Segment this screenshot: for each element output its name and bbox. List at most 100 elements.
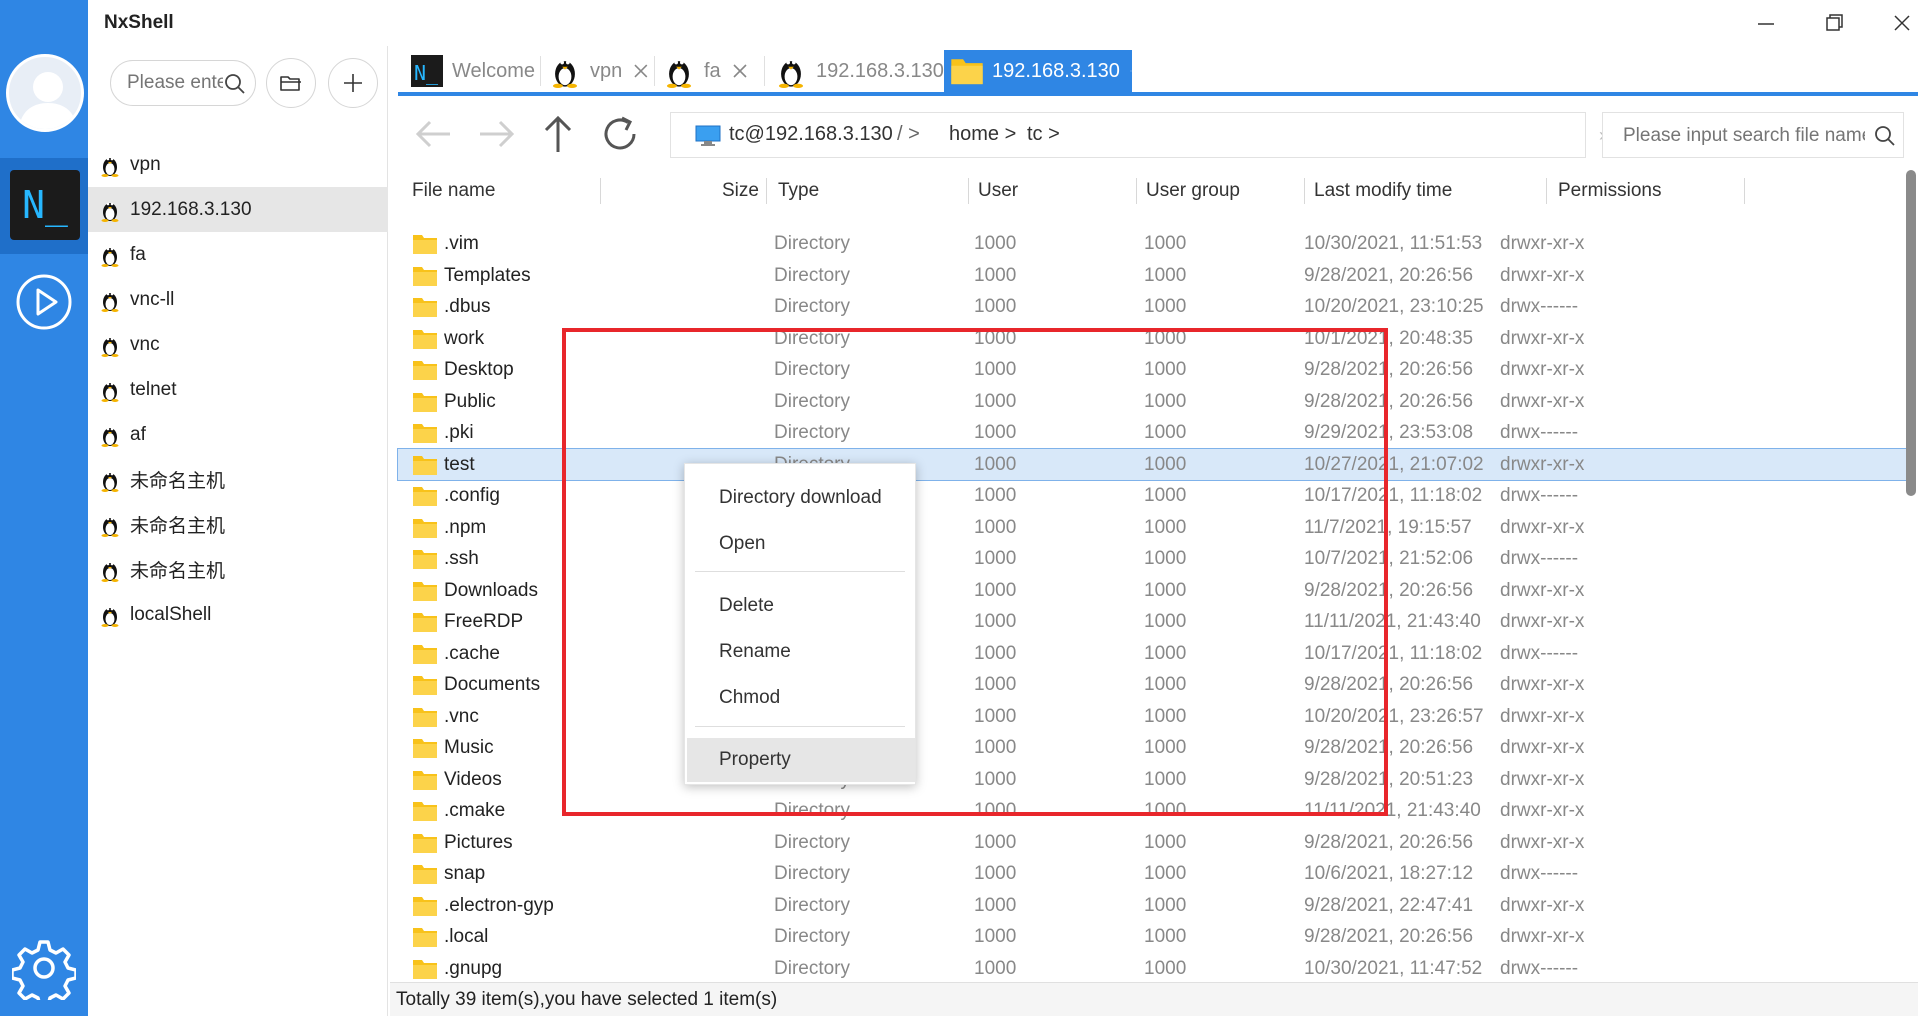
table-row[interactable]: .pki Directory 1000 1000 9/29/2021, 23:53:08… (398, 417, 1908, 449)
cell-user: 1000 (974, 327, 1017, 349)
session-item[interactable]: vnc-ll (88, 277, 388, 322)
table-row[interactable]: .configDirectory1000100010/17/2021, 11:1… (398, 480, 1908, 512)
table-row[interactable]: Desktop Directory 1000 1000 9/28/2021, 20:26… (398, 354, 1908, 386)
table-row[interactable]: VideosDirectory100010009/28/2021, 20:51:… (398, 764, 1908, 796)
column-divider[interactable] (1744, 178, 1745, 204)
plus-icon (344, 74, 362, 92)
table-row[interactable]: Templates Directory 1000 1000 9/28/2021, 20:… (398, 260, 1908, 292)
play-icon[interactable] (12, 270, 76, 334)
cell-perms: drwxr-xr-x (1500, 516, 1585, 538)
table-row[interactable]: .npmDirectory1000100011/7/2021, 19:15:57… (398, 512, 1908, 544)
file-search-input[interactable] (1621, 123, 1867, 149)
back-arrow-icon[interactable] (410, 110, 458, 158)
session-item[interactable]: 未命名主机 (88, 502, 388, 547)
close-tab-icon[interactable] (1130, 62, 1132, 80)
session-search-input[interactable] (125, 71, 225, 95)
session-item[interactable]: telnet (88, 367, 388, 412)
maximize-icon[interactable] (1814, 8, 1854, 38)
table-row[interactable]: .cmake Directory 1000 1000 11/11/2021, 21:43… (398, 795, 1908, 827)
menu-open[interactable]: Open (687, 522, 915, 566)
gear-icon[interactable] (12, 936, 76, 1000)
search-icon[interactable] (223, 72, 247, 96)
session-item[interactable]: 未命名主机 (88, 457, 388, 502)
table-row[interactable]: Pictures Directory 1000 1000 9/28/2021, 20:2… (398, 827, 1908, 859)
table-row[interactable]: .gnupg Directory 1000 1000 10/30/2021, 11:47… (398, 953, 1908, 985)
table-row[interactable]: snap Directory 1000 1000 10/6/2021, 18:27:12… (398, 858, 1908, 890)
table-row[interactable]: .vncDirectory1000100010/20/2021, 23:26:5… (398, 701, 1908, 733)
table-row[interactable]: DownloadsDirectory100010009/28/2021, 20:… (398, 575, 1908, 607)
col-user-group[interactable]: User group (1146, 180, 1240, 202)
folder-icon (413, 865, 437, 884)
col-user[interactable]: User (978, 180, 1018, 202)
menu-directory-download[interactable]: Directory download (687, 476, 915, 520)
table-row[interactable]: .sshDirectory1000100010/7/2021, 21:52:06… (398, 543, 1908, 575)
breadcrumb-tc[interactable]: tc > (1027, 123, 1060, 146)
breadcrumb-host[interactable]: tc@192.168.3.130 (729, 123, 893, 146)
session-item[interactable]: af (88, 412, 388, 457)
col-type[interactable]: Type (778, 180, 819, 202)
table-row[interactable]: .electron-gyp Directory 1000 1000 9/28/2021,… (398, 890, 1908, 922)
tab[interactable]: 192.168.3.130 (944, 50, 1132, 92)
forward-arrow-icon[interactable] (472, 110, 520, 158)
vertical-scrollbar[interactable] (1906, 170, 1916, 496)
user-avatar[interactable] (6, 54, 84, 132)
breadcrumb-home[interactable]: home > (949, 123, 1016, 146)
session-item[interactable]: fa (88, 232, 388, 277)
column-divider[interactable] (600, 178, 601, 204)
column-divider[interactable] (1136, 178, 1137, 204)
menu-delete[interactable]: Delete (687, 584, 915, 628)
close-tab-icon[interactable] (731, 62, 749, 80)
table-row[interactable]: .local Directory 1000 1000 9/28/2021, 20:26:… (398, 921, 1908, 953)
session-label: 未命名主机 (130, 561, 226, 582)
close-tab-icon[interactable] (632, 62, 650, 80)
session-search-box[interactable] (110, 60, 256, 106)
column-divider[interactable] (1304, 178, 1305, 204)
cell-name: .vnc (444, 705, 479, 727)
cell-user: 1000 (974, 800, 1017, 821)
table-row[interactable]: FreeRDPDirectory1000100011/11/2021, 21:4… (398, 606, 1908, 638)
refresh-icon[interactable] (596, 110, 644, 158)
cell-user: 1000 (974, 642, 1017, 664)
menu-rename[interactable]: Rename (687, 630, 915, 674)
close-window-icon[interactable] (1882, 8, 1918, 38)
path-breadcrumb[interactable]: tc@192.168.3.130 / > home > tc > › (670, 112, 1605, 158)
column-divider[interactable] (1546, 178, 1547, 204)
tab[interactable]: fa (656, 50, 760, 92)
add-session-button[interactable] (328, 58, 378, 108)
table-row[interactable]: work Directory 1000 1000 10/1/2021, 20:48:35… (398, 323, 1908, 355)
session-item[interactable]: vnc (88, 322, 388, 367)
cell-user: 1000 (974, 359, 1017, 380)
column-divider[interactable] (766, 178, 767, 204)
open-folder-button[interactable] (266, 58, 316, 108)
table-row[interactable]: Public Directory 1000 1000 9/28/2021, 20:26:… (398, 386, 1908, 418)
table-row[interactable]: .dbus Directory 1000 1000 10/20/2021, 23:10:… (398, 291, 1908, 323)
menu-property[interactable]: Property (687, 738, 915, 782)
col-last-modify[interactable]: Last modify time (1314, 180, 1452, 202)
session-item[interactable]: 未命名主机 (88, 547, 388, 592)
file-search-box[interactable] (1602, 112, 1904, 158)
col-size[interactable]: Size (722, 180, 759, 202)
cell-perms: drwxr-xr-x (1500, 264, 1585, 286)
table-row[interactable]: MusicDirectory100010009/28/2021, 20:26:5… (398, 732, 1908, 764)
tab[interactable]: vpn (542, 50, 650, 92)
tab[interactable]: 192.168.3.130 (768, 50, 944, 92)
tab[interactable]: N_ Welcome (404, 50, 536, 92)
col-file-name[interactable]: File name (412, 180, 495, 202)
table-row[interactable]: .vim Directory 1000 1000 10/30/2021, 11:51:5… (398, 228, 1908, 260)
col-permissions[interactable]: Permissions (1558, 180, 1661, 202)
up-arrow-icon[interactable] (534, 110, 582, 158)
table-row[interactable]: .cacheDirectory1000100010/17/2021, 11:18… (398, 638, 1908, 670)
search-icon[interactable] (1873, 124, 1897, 148)
minimize-icon[interactable] (1746, 8, 1786, 38)
breadcrumb-root[interactable]: / > (897, 123, 920, 146)
table-row[interactable]: testDirectory1000100010/27/2021, 21:07:0… (397, 447, 1909, 481)
cell-group: 1000 (1144, 422, 1187, 443)
table-row[interactable]: DocumentsDirectory100010009/28/2021, 20:… (398, 669, 1908, 701)
session-item[interactable]: localShell (88, 592, 388, 637)
session-item[interactable]: 192.168.3.130 (88, 187, 388, 232)
cell-mtime: 9/28/2021, 20:26:56 (1304, 737, 1474, 758)
terminal-nav-button[interactable]: N_ (0, 158, 88, 254)
column-divider[interactable] (968, 178, 969, 204)
session-item[interactable]: vpn (88, 142, 388, 187)
menu-chmod[interactable]: Chmod (687, 676, 915, 720)
